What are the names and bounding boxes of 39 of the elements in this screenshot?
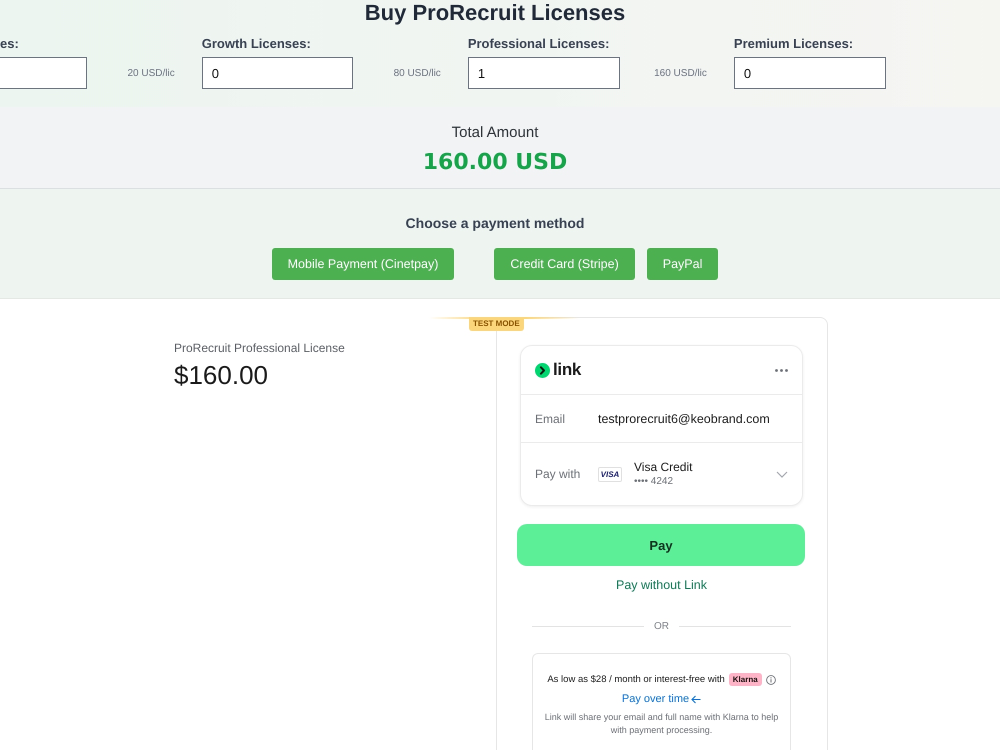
- total-amount: 160.00 USD: [422, 150, 568, 176]
- pay-over-time-link[interactable]: Pay over time: [622, 693, 702, 705]
- pay-without-link[interactable]: Pay without Link: [616, 578, 708, 593]
- license-input[interactable]: [0, 57, 88, 89]
- price-text: 80 USD/lic: [394, 68, 441, 78]
- license-input[interactable]: 1: [468, 57, 620, 89]
- section-heading: Choose a payment method: [406, 214, 584, 232]
- payment-method-button[interactable]: PayPal: [646, 248, 718, 280]
- field-label: Professional Licenses:: [468, 36, 610, 52]
- field-label: Email: [535, 412, 566, 426]
- license-input[interactable]: 0: [734, 57, 886, 89]
- divider-label: OR: [654, 621, 669, 632]
- financing-text: As low as $28 / month or interest-free with: [547, 674, 725, 685]
- product-price: $160.00: [174, 360, 268, 390]
- provider-badge: Klarna: [728, 673, 762, 686]
- arrow-left-icon: [691, 694, 702, 704]
- field-label: Premium Licenses:: [734, 36, 854, 52]
- test-mode-badge: TEST MODE: [469, 317, 524, 331]
- info-icon[interactable]: [766, 674, 776, 684]
- pay-button[interactable]: Pay: [517, 524, 805, 566]
- payment-method-button[interactable]: Mobile Payment (Cinetpay): [272, 248, 454, 280]
- email-value: testprorecruit6@keobrand.com: [598, 412, 770, 426]
- payment-method-button[interactable]: Credit Card (Stripe): [494, 248, 635, 280]
- chevron-circle-icon: [535, 362, 550, 378]
- product-name: ProRecruit Professional License: [174, 341, 345, 356]
- card-brand-logo: VISA: [598, 466, 622, 482]
- total-label: Total Amount: [452, 124, 538, 142]
- license-input[interactable]: 0: [202, 57, 354, 89]
- price-text: 160 USD/lic: [654, 68, 707, 78]
- disclaimer-text: Link will share your email and full name with Klarna to help with payment processing.: [544, 711, 780, 737]
- field-label: es:: [0, 36, 19, 52]
- field-label: Growth Licenses:: [202, 36, 311, 52]
- price-text: 20 USD/lic: [127, 68, 175, 78]
- more-icon[interactable]: [775, 368, 788, 372]
- field-label: Pay with: [535, 467, 582, 481]
- logo-wordmark: link: [553, 360, 582, 380]
- card-name: Visa Credit: [634, 460, 692, 475]
- page-title: Buy ProRecruit Licenses: [364, 0, 626, 26]
- card-number: •••• 4242: [634, 475, 674, 488]
